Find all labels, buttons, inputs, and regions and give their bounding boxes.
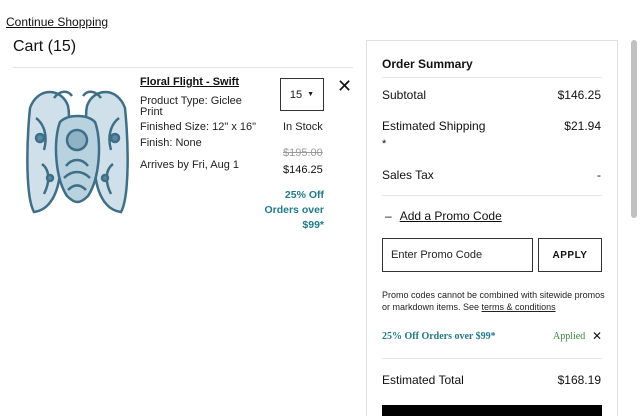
promo-disclaimer: Promo codes cannot be combined with site… (382, 289, 607, 313)
terms-conditions-link[interactable]: terms & conditions (482, 302, 556, 312)
summary-divider (382, 77, 602, 78)
subtotal-value: $146.25 (557, 88, 601, 102)
sales-tax-value: - (597, 168, 601, 182)
arrival-date: Arrives by Fri, Aug 1 (140, 159, 240, 171)
shipping-value: $21.94 (564, 119, 601, 133)
sale-price: $146.25 (283, 164, 323, 176)
cart-title: Cart (15) (13, 38, 77, 55)
applied-status: Applied (553, 331, 586, 342)
shipping-label: Estimated Shipping (382, 119, 486, 133)
add-promo-label: Add a Promo Code (399, 209, 502, 223)
add-promo-toggle[interactable]: – Add a Promo Code (385, 209, 502, 223)
promo-code-input[interactable] (382, 238, 533, 272)
summary-divider (382, 358, 602, 359)
apply-promo-button[interactable]: APPLY (538, 238, 602, 272)
artwork-thumbnail-icon (26, 90, 129, 214)
product-image[interactable] (20, 78, 135, 218)
applied-promo-name: 25% Off Orders over $99* (382, 331, 496, 342)
item-promo-badge: 25% Off Orders over $99* (264, 189, 324, 231)
minus-icon: – (385, 209, 392, 223)
product-name-link[interactable]: Floral Flight - Swift (140, 76, 239, 88)
order-summary-title: Order Summary (382, 57, 473, 71)
cart-divider (13, 67, 353, 68)
stock-status: In Stock (283, 121, 323, 133)
quantity-select[interactable]: 15 ▼ (280, 78, 324, 111)
estimated-total-value: $168.19 (557, 373, 601, 387)
subtotal-label: Subtotal (382, 88, 427, 102)
remove-item-close-icon[interactable]: ✕ (337, 77, 352, 95)
continue-shopping-link[interactable]: Continue Shopping (6, 15, 108, 29)
original-price: $195.00 (283, 147, 323, 159)
remove-promo-close-icon[interactable]: ✕ (592, 329, 602, 343)
summary-divider (382, 195, 602, 196)
finished-size: Finished Size: 12" x 16" (140, 121, 257, 133)
order-summary-panel: Order Summary Subtotal $146.25 Estimated… (366, 40, 618, 416)
caret-down-icon: ▼ (307, 91, 315, 98)
sales-tax-label: Sales Tax (382, 168, 434, 182)
product-type-cont: Print (140, 106, 163, 118)
finish: Finish: None (140, 137, 202, 149)
page-scrollbar[interactable] (631, 40, 637, 218)
shipping-asterisk: * (382, 138, 387, 150)
estimated-total-label: Estimated Total (382, 373, 464, 387)
checkout-button[interactable] (382, 405, 602, 416)
quantity-value: 15 (289, 88, 303, 101)
